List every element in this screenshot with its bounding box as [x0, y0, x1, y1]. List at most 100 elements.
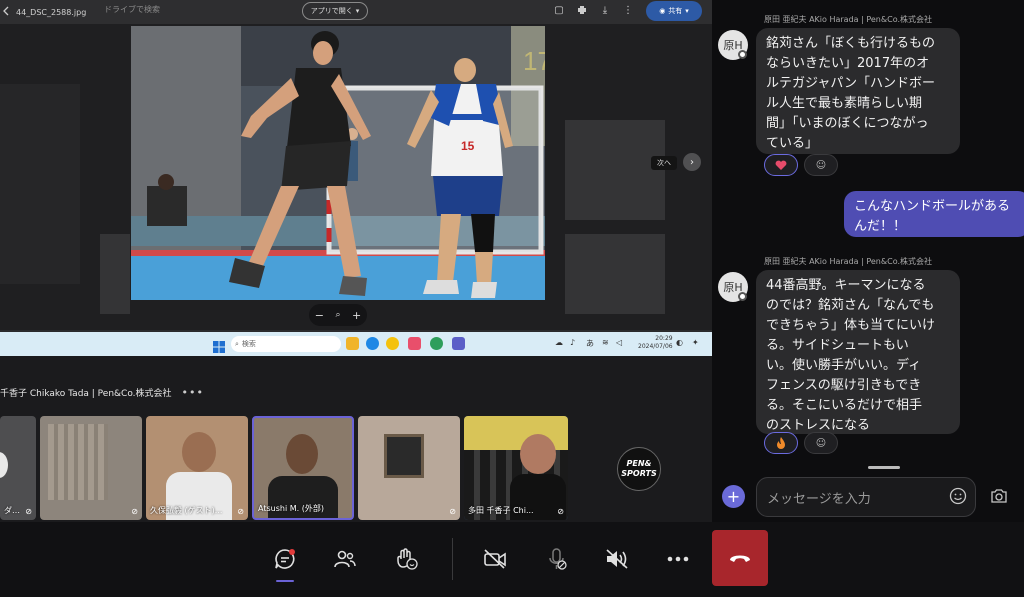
participant-face [286, 434, 318, 474]
raise-hand-button[interactable] [390, 542, 424, 576]
emoji-icon [949, 487, 967, 505]
zoom-magnifier-icon[interactable]: ⌕ [335, 310, 340, 320]
message-line: んだ！！ [854, 219, 907, 234]
chat-button[interactable] [268, 542, 302, 582]
teams-meeting-window: 44_DSC_2588.jpg ドライブで検索 アプリで開く ▾ ▢ ⤓ ⋮ ◉… [0, 0, 1024, 597]
emoji-button[interactable] [947, 485, 969, 507]
message-line: ル人生で最も素晴らしい期 [766, 96, 923, 111]
logo-text: SPORTS [621, 469, 657, 478]
participant-face [182, 432, 216, 472]
mic-muted-icon: ⊘ [557, 507, 564, 516]
clock-date: 2024/07/06 [638, 343, 673, 350]
drag-handle[interactable] [868, 466, 900, 469]
handball-photo: 15 17 [131, 26, 545, 300]
notification-icon[interactable]: ◐ [676, 338, 683, 347]
participant-tile[interactable]: 多田 千香子 Chi... ⊘ [464, 416, 568, 520]
zoom-in-icon[interactable]: + [352, 309, 361, 322]
teams-icon[interactable] [452, 337, 465, 350]
cloud-icon[interactable]: ☁ [555, 338, 563, 347]
my-chat-message[interactable]: こんなハンドボールがある んだ！！ [844, 191, 1024, 237]
avatar[interactable]: 原H [718, 272, 748, 302]
print-icon[interactable] [576, 5, 588, 17]
file-explorer-icon[interactable] [346, 337, 359, 350]
mic-off-button[interactable] [540, 542, 574, 576]
message-input[interactable]: メッセージを入力 [756, 477, 976, 517]
share-button[interactable]: ◉ 共有 ▾ [646, 1, 702, 21]
leave-call-button[interactable] [712, 530, 768, 586]
copilot-icon[interactable]: ✦ [692, 338, 699, 347]
app-icon[interactable] [408, 337, 421, 350]
call-controls [0, 522, 1024, 597]
participant-tile[interactable]: ダ… ⊘ [0, 416, 36, 520]
app-icon[interactable] [386, 337, 399, 350]
open-with-button[interactable]: アプリで開く ▾ [302, 2, 368, 20]
edge-browser-icon[interactable] [366, 337, 379, 350]
add-attachment-button[interactable]: + [722, 485, 745, 508]
camera-off-button[interactable] [478, 542, 512, 576]
participant-tile[interactable]: ⊘ [358, 416, 460, 520]
presenter-label: 千香子 Chikako Tada | Pen&Co.株式会社 ••• [0, 386, 204, 399]
mic-muted-icon: ⊘ [449, 507, 456, 516]
download-icon[interactable]: ⤓ [599, 5, 611, 17]
mic-tray-icon[interactable]: ♪ [570, 338, 575, 347]
add-reaction-button[interactable]: ☺ [804, 432, 838, 454]
taskbar-clock[interactable]: 20:29 2024/07/06 [638, 335, 673, 351]
add-reaction-button[interactable]: ☺ [804, 154, 838, 176]
drive-search-placeholder[interactable]: ドライブで検索 [104, 4, 160, 15]
chat-message[interactable]: 44番高野。キーマンになる のでは？銘苅さん「なんでも できちゃう」体も当てにい… [756, 270, 960, 434]
people-share-icon: ◉ [659, 7, 666, 15]
wifi-icon[interactable]: ≋ [602, 338, 609, 347]
message-line: のストレスになる [766, 418, 871, 433]
ime-indicator[interactable]: あ [586, 338, 594, 349]
chat-message[interactable]: 銘苅さん「ぼくも行けるもの ならいきたい」2017年のオ ルテガジャパン「ハンド… [756, 28, 960, 154]
avatar[interactable]: 原H [718, 30, 748, 60]
message-input-placeholder: メッセージを入力 [767, 491, 871, 507]
participant-tile[interactable]: 久保弘毅 (ゲスト)... ⊘ [146, 416, 248, 520]
speaker-off-button[interactable] [600, 542, 634, 576]
file-name: 44_DSC_2588.jpg [16, 7, 87, 17]
back-icon[interactable] [2, 6, 12, 18]
zoom-out-icon[interactable]: − [315, 309, 324, 322]
message-line: 銘苅さん「ぼくも行けるもの [766, 36, 936, 51]
volume-icon[interactable]: ◁ [616, 338, 622, 347]
presenter-more-button[interactable]: ••• [182, 386, 204, 399]
drive-thumbnail [565, 120, 665, 220]
next-tooltip: 次へ [651, 156, 677, 170]
presence-icon [738, 50, 747, 59]
comment-icon[interactable]: ▢ [553, 5, 565, 17]
camera-button[interactable] [988, 485, 1010, 507]
share-label: 共有 [668, 7, 683, 15]
participant-tile-active-speaker[interactable]: Atsushi M. (外部) [252, 416, 354, 520]
chat-panel: 原田 亜紀夫 AKio Harada | Pen&Co.株式会社 原H 銘苅さん… [712, 0, 1024, 522]
message-line: ている」 [766, 136, 819, 151]
divider [452, 538, 453, 580]
message-line: ならいきたい」2017年のオ [766, 56, 930, 71]
taskbar-search[interactable]: ⌕ 検索 [231, 336, 341, 352]
curtain-background [48, 424, 108, 500]
message-line: 間」「いまのぼくにつながっ [766, 116, 929, 131]
people-button[interactable] [328, 542, 362, 576]
message-line: ルテガジャパン「ハンドボー [766, 76, 936, 91]
svg-text:15: 15 [461, 139, 475, 153]
zoom-controls: − ⌕ + [309, 304, 367, 326]
avatar [0, 452, 8, 478]
more-options-button[interactable] [661, 542, 695, 576]
taskbar-search-label: 検索 [241, 340, 256, 348]
windows-start-icon[interactable] [213, 338, 225, 353]
participant-name: ダ… [4, 506, 20, 515]
mic-muted-icon: ⊘ [131, 507, 138, 516]
next-arrow-icon[interactable]: › [683, 153, 701, 171]
raise-hand-icon [397, 548, 418, 570]
mic-muted-icon: ⊘ [237, 507, 244, 516]
participant-tile[interactable]: ⊘ [40, 416, 142, 520]
participant-name: 多田 千香子 Chi... [468, 506, 534, 515]
add-reaction-icon: ☺ [815, 159, 827, 171]
heart-reaction[interactable] [764, 154, 798, 176]
camera-off-icon [484, 549, 506, 569]
chrome-icon[interactable] [430, 337, 443, 350]
more-vert-icon[interactable]: ⋮ [622, 5, 634, 17]
fire-reaction[interactable] [764, 432, 798, 454]
more-icon [667, 556, 689, 562]
drive-thumbnail [100, 234, 130, 314]
participant-name: Atsushi M. (外部) [258, 504, 324, 513]
